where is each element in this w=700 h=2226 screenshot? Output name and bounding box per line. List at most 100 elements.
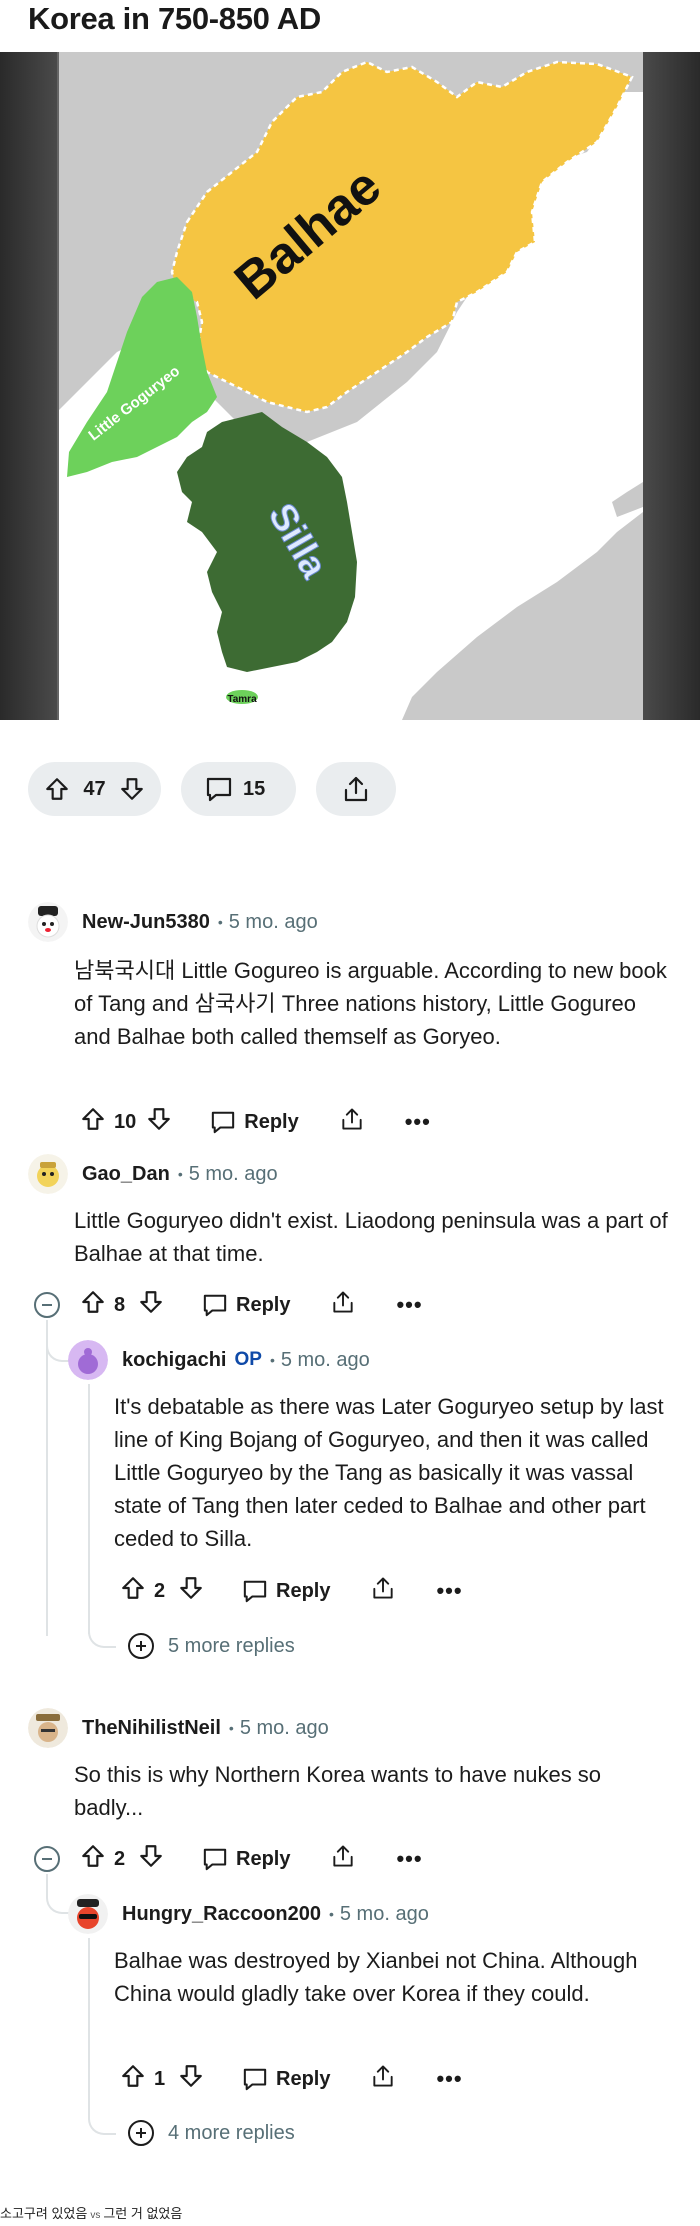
footer-right-text: 그런 거 없었음 [103,2206,183,2221]
upvote-icon[interactable] [80,1843,106,1875]
reply-label: Reply [236,1847,291,1870]
comment-vote-count: 8 [114,1293,126,1316]
footer-left-text: 소고구려 있었음 [0,2206,88,2221]
separator-dot: • [228,1720,234,1736]
post-comment-count: 15 [243,777,266,800]
post-comments-button[interactable]: 15 [181,762,296,816]
post-image[interactable]: Balhae Little Goguryeo Silla Tamra [0,52,700,720]
upvote-icon[interactable] [80,1106,106,1138]
comment-username[interactable]: kochigachi [122,1349,226,1372]
footer-vs: vs [90,2210,101,2221]
comment-vote-count: 2 [154,1579,166,1602]
comment-timestamp: 5 mo. ago [280,1348,370,1371]
downvote-icon[interactable] [146,1106,172,1138]
more-replies-button[interactable]: 5 more replies [128,1633,295,1659]
post-title: Korea in 750-850 AD [28,1,321,36]
reply-button[interactable]: Reply [202,1293,290,1317]
comment-username[interactable]: TheNihilistNeil [82,1717,221,1740]
more-replies-button[interactable]: 4 more replies [128,2120,295,2146]
comment-timestamp: 5 mo. ago [228,910,318,933]
separator-dot: • [269,1352,275,1368]
post-action-bar: 47 15 [28,762,396,816]
reply-button[interactable]: Reply [210,1110,299,1134]
more-replies-label: 5 more replies [168,1634,295,1657]
upvote-icon[interactable] [120,2063,146,2095]
reply-label: Reply [276,1579,331,1602]
avatar[interactable] [68,1894,108,1934]
reply-button[interactable]: Reply [202,1847,290,1871]
more-replies-label: 4 more replies [168,2121,295,2144]
reply-button[interactable]: Reply [242,2067,330,2091]
downvote-icon[interactable] [138,1289,164,1321]
more-options-icon[interactable]: ••• [396,1292,422,1318]
thread-line [46,1320,48,1636]
comment-username[interactable]: Gao_Dan [82,1163,170,1186]
upvote-icon[interactable] [80,1289,106,1321]
collapse-thread-icon[interactable] [34,1846,60,1872]
comment-username[interactable]: New-Jun5380 [82,911,210,934]
comment-username[interactable]: Hungry_Raccoon200 [122,1903,321,1926]
more-options-icon[interactable]: ••• [436,1578,462,1604]
more-options-icon[interactable]: ••• [405,1109,431,1135]
comment-action-bar: 8 Reply ••• [80,1285,423,1325]
comment-action-bar: 2 Reply ••• [80,1839,423,1879]
comment-header: Gao_Dan • 5 mo. ago [28,1152,278,1196]
expand-icon [128,2120,154,2146]
comment-timestamp: 5 mo. ago [239,1716,329,1739]
avatar[interactable] [28,1154,68,1194]
share-icon[interactable] [339,1106,365,1138]
share-icon[interactable] [330,1289,356,1321]
thread-connector [88,1620,116,1648]
thread-line [88,1938,90,2118]
avatar[interactable] [28,902,68,942]
separator-dot: • [217,914,223,930]
comment-vote-count: 2 [114,1847,126,1870]
downvote-icon[interactable] [178,1575,204,1607]
comment-header: TheNihilistNeil • 5 mo. ago [28,1706,329,1750]
more-options-icon[interactable]: ••• [436,2066,462,2092]
reply-label: Reply [276,2067,331,2090]
share-icon[interactable] [330,1843,356,1875]
comment-action-bar: 2 Reply ••• [120,1571,463,1611]
comment-action-bar: 10 Reply ••• [80,1102,431,1142]
thread-line [88,1384,90,1634]
map-label-tamra: Tamra [227,694,257,705]
comment-action-bar: 1 Reply ••• [120,2059,463,2099]
comment-vote-count: 10 [114,1110,137,1133]
comment-bubble-icon [205,776,233,802]
upvote-icon[interactable] [120,1575,146,1607]
image-blur-left [0,52,57,720]
more-options-icon[interactable]: ••• [396,1846,422,1872]
post-share-button[interactable] [316,762,396,816]
comment-body: It's debatable as there was Later Gogury… [114,1394,664,1551]
share-icon[interactable] [370,1575,396,1607]
downvote-icon[interactable] [138,1843,164,1875]
comment-body: 남북국시대 Little Gogureo is arguable. Accord… [74,958,667,1049]
footer-caption: 소고구려 있었음 vs 그런 거 없었음 [0,2203,182,2222]
avatar[interactable] [68,1340,108,1380]
separator-dot: • [177,1166,183,1182]
downvote-icon[interactable] [119,776,145,802]
share-icon[interactable] [370,2063,396,2095]
post-vote-pill: 47 [28,762,161,816]
op-badge: OP [234,1349,262,1370]
upvote-icon[interactable] [44,776,70,802]
reply-label: Reply [244,1110,299,1133]
thread-connector [88,2107,116,2135]
comment-body: Little Goguryeo didn't exist. Liaodong p… [74,1208,668,1266]
thread-line [46,1874,48,1886]
downvote-icon[interactable] [178,2063,204,2095]
comment-header: New-Jun5380 • 5 mo. ago [28,900,318,944]
reply-label: Reply [236,1293,291,1316]
expand-icon [128,1633,154,1659]
share-icon [341,774,371,804]
post-vote-count: 47 [83,777,106,800]
comment-timestamp: 5 mo. ago [339,1902,429,1925]
comment-header: kochigachi OP • 5 mo. ago [68,1338,370,1382]
reply-button[interactable]: Reply [242,1579,330,1603]
comment-header: Hungry_Raccoon200 • 5 mo. ago [68,1892,429,1936]
collapse-thread-icon[interactable] [34,1292,60,1318]
separator-dot: • [328,1906,334,1922]
avatar[interactable] [28,1708,68,1748]
korea-map: Balhae Little Goguryeo Silla Tamra [57,52,643,720]
